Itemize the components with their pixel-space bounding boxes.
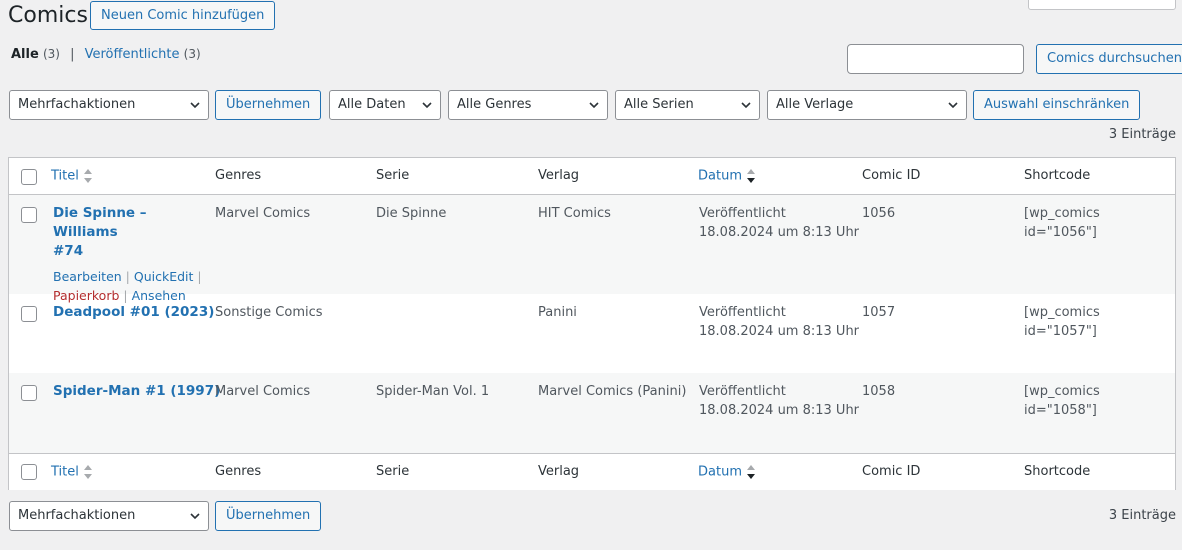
table-row: Spider-Man #1 (1997) Marvel Comics Spide… [9, 373, 1175, 453]
view-all-count: (3) [42, 47, 60, 61]
series-cell: Spider-Man Vol. 1 [376, 384, 490, 399]
view-published-count: (3) [183, 47, 201, 61]
table-header: Titel Genres Serie Verlag Datum Comic ID… [9, 158, 1175, 195]
chevron-down-icon [190, 102, 200, 109]
genre-link[interactable]: Sonstige Comics [215, 303, 323, 322]
column-comic-id-footer: Comic ID [862, 464, 921, 479]
column-date-label: Datum [698, 168, 742, 184]
date-text: 18.08.2024 um 8:13 Uhr [699, 225, 860, 240]
shortcode-cell: [wp_comics id="1057"] [1024, 305, 1100, 339]
comic-title-link[interactable]: Die Spinne – Williams #74 [53, 204, 203, 261]
genre-link[interactable]: Marvel Comics [215, 382, 310, 401]
sort-icon [83, 465, 92, 479]
bulk-actions-label: Mehrfachaktionen [18, 97, 136, 112]
date-cell: Veröffentlicht 18.08.2024 um 8:13 Uhr [699, 204, 859, 242]
column-title-label: Titel [51, 168, 79, 184]
column-date-label: Datum [698, 464, 742, 480]
view-published-link[interactable]: Veröffentlichte [85, 47, 180, 62]
publishers-filter-label: Alle Verlage [776, 97, 854, 112]
search-input[interactable] [847, 44, 1024, 74]
filter-button[interactable]: Auswahl einschränken [973, 90, 1141, 120]
items-count-bottom: 3 Einträge [1108, 508, 1176, 523]
apply-button-top[interactable]: Übernehmen [215, 90, 322, 120]
column-genres-footer: Genres [215, 464, 262, 479]
publisher-cell: Marvel Comics (Panini) [538, 384, 687, 399]
select-all-checkbox-footer[interactable] [21, 464, 37, 480]
chevron-down-icon [948, 102, 958, 109]
dates-filter-select[interactable]: Alle Daten [329, 90, 441, 120]
comic-id-cell: 1056 [862, 206, 896, 221]
publisher-cell: Panini [538, 305, 577, 320]
date-text: 18.08.2024 um 8:13 Uhr [699, 403, 860, 418]
column-shortcode-header: Shortcode [1024, 168, 1091, 183]
sort-icon [83, 169, 92, 183]
select-all-checkbox[interactable] [21, 169, 37, 185]
column-date-header[interactable]: Datum [698, 168, 756, 184]
quickedit-link[interactable]: QuickEdit [134, 269, 194, 284]
comics-table: Titel Genres Serie Verlag Datum Comic ID… [8, 157, 1176, 490]
action-separator: | [125, 269, 130, 284]
search-comics-button[interactable]: Comics durchsuchen [1036, 44, 1182, 74]
dates-filter-label: Alle Daten [338, 97, 406, 112]
row-checkbox[interactable] [21, 306, 37, 322]
chevron-down-icon [589, 102, 599, 109]
comic-title-link[interactable]: Deadpool #01 (2023) [53, 303, 214, 322]
column-series-header: Serie [376, 168, 410, 183]
bulk-actions-select-bottom[interactable]: Mehrfachaktionen [9, 501, 209, 531]
items-count-top: 3 Einträge [1108, 127, 1176, 142]
status-text: Veröffentlicht [699, 206, 786, 221]
column-publisher-header: Verlag [538, 168, 580, 183]
edit-link[interactable]: Bearbeiten [53, 269, 122, 284]
series-cell: Die Spinne [376, 206, 447, 221]
comic-id-cell: 1058 [862, 384, 896, 399]
column-title-footer[interactable]: Titel [51, 464, 93, 480]
series-filter-select[interactable]: Alle Serien [615, 90, 760, 120]
column-date-footer[interactable]: Datum [698, 464, 756, 480]
column-title-header[interactable]: Titel [51, 168, 93, 184]
shortcode-cell: [wp_comics id="1058"] [1024, 384, 1100, 418]
column-comic-id-header: Comic ID [862, 168, 921, 183]
shortcode-cell: [wp_comics id="1056"] [1024, 206, 1100, 240]
comic-id-cell: 1057 [862, 305, 896, 320]
bulk-actions-select-top[interactable]: Mehrfachaktionen [9, 90, 209, 120]
action-separator: | [197, 269, 202, 284]
table-row: Die Spinne – Williams #74 Bearbeiten | Qu… [9, 195, 1175, 303]
bulk-actions-label: Mehrfachaktionen [18, 508, 136, 523]
table-row: Deadpool #01 (2023) Sonstige Comics Pani… [9, 294, 1175, 373]
column-series-footer: Serie [376, 464, 410, 479]
chevron-down-icon [422, 102, 432, 109]
row-checkbox[interactable] [21, 385, 37, 401]
genres-filter-label: Alle Genres [457, 97, 532, 112]
sort-desc-icon [746, 465, 755, 479]
column-genres-header: Genres [215, 168, 262, 183]
genre-link[interactable]: Marvel Comics [215, 204, 310, 223]
view-all-link[interactable]: Alle [11, 47, 39, 62]
table-footer: Titel Genres Serie Verlag Datum Comic ID… [9, 453, 1175, 490]
status-text: Veröffentlicht [699, 305, 786, 320]
status-text: Veröffentlicht [699, 384, 786, 399]
chevron-down-icon [190, 513, 200, 520]
date-cell: Veröffentlicht 18.08.2024 um 8:13 Uhr [699, 303, 859, 341]
series-filter-label: Alle Serien [624, 97, 694, 112]
view-separator: | [70, 47, 75, 62]
publisher-cell: HIT Comics [538, 206, 611, 221]
column-shortcode-footer: Shortcode [1024, 464, 1091, 479]
add-new-comic-button[interactable]: Neuen Comic hinzufügen [90, 1, 276, 30]
column-title-label: Titel [51, 464, 79, 480]
chevron-down-icon [741, 102, 751, 109]
column-publisher-footer: Verlag [538, 464, 580, 479]
screen-options-button[interactable] [1028, 0, 1176, 10]
sort-desc-icon [746, 169, 755, 183]
date-text: 18.08.2024 um 8:13 Uhr [699, 324, 860, 339]
page-title: Comics [8, 3, 88, 28]
view-filters: Alle (3) | Veröffentlichte (3) [11, 47, 201, 62]
publishers-filter-select[interactable]: Alle Verlage [767, 90, 967, 120]
row-checkbox[interactable] [21, 207, 37, 223]
genres-filter-select[interactable]: Alle Genres [448, 90, 608, 120]
date-cell: Veröffentlicht 18.08.2024 um 8:13 Uhr [699, 382, 859, 420]
apply-button-bottom[interactable]: Übernehmen [215, 501, 322, 531]
comic-title-link[interactable]: Spider-Man #1 (1997) [53, 382, 220, 401]
